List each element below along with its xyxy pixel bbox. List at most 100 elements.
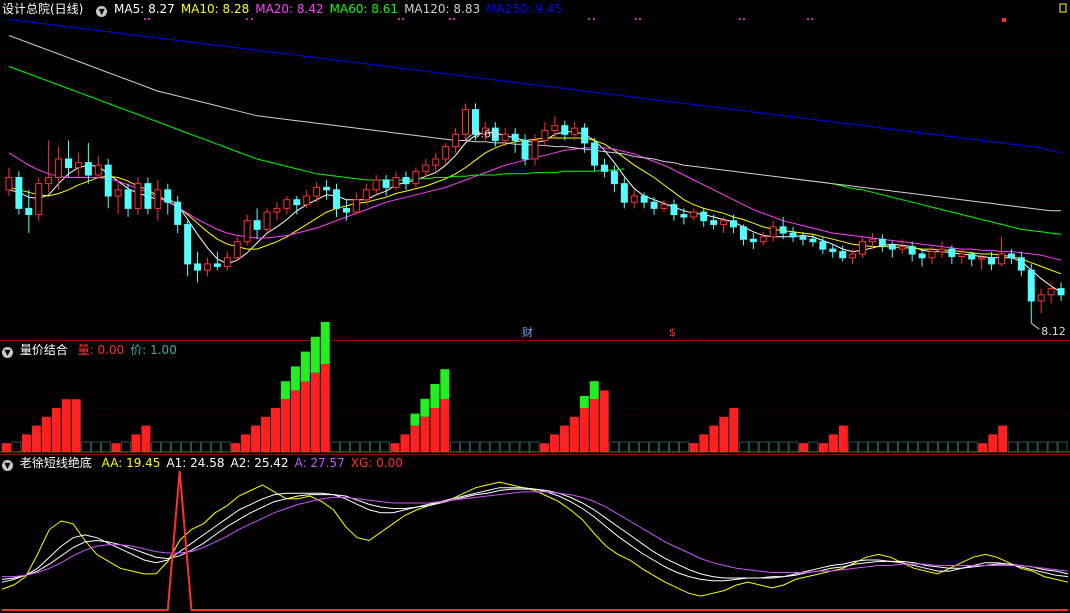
pane-toggle-icon[interactable]: ▼ xyxy=(96,6,108,17)
volume-base-bar xyxy=(938,441,948,453)
volume-red-bar xyxy=(261,416,270,452)
candle-body xyxy=(700,211,708,222)
candle-body xyxy=(789,232,797,238)
event-dot xyxy=(635,18,637,20)
candle-body xyxy=(600,164,608,172)
candle-body xyxy=(640,195,648,203)
volume-red-bar xyxy=(290,390,300,452)
event-dot xyxy=(807,18,809,20)
volume-pane-header: ▼ 量价结合 量: 0.00 价: 1.00 xyxy=(2,342,183,358)
event-dot xyxy=(811,18,813,20)
event-dot xyxy=(593,18,595,20)
candle-body xyxy=(1017,257,1025,271)
candle-body xyxy=(908,246,916,255)
volume-red-bar xyxy=(320,364,330,452)
indicator-value-a2: A2: 25.42 xyxy=(230,456,289,470)
candle-body xyxy=(898,246,906,250)
event-dot xyxy=(743,18,745,20)
candle-body xyxy=(799,236,807,240)
indicator-value-价: 价: 1.00 xyxy=(130,343,177,357)
candle-body xyxy=(630,195,638,203)
volume-red-bar xyxy=(390,443,400,452)
candle-body xyxy=(948,248,956,258)
volume-green-bar xyxy=(280,381,290,400)
volume-red-bar xyxy=(300,381,310,452)
indicator-value-ma5: MA5: 8.27 xyxy=(114,2,175,16)
candle-body xyxy=(273,207,281,213)
volume-base-bar xyxy=(609,441,619,453)
event-dot xyxy=(251,18,253,20)
pane-toggle-icon[interactable]: ▼ xyxy=(2,460,13,471)
volume-base-bar xyxy=(669,441,679,453)
event-dot xyxy=(1002,18,1006,22)
volume-red-bar xyxy=(231,443,241,452)
indicator-value-a: A: 27.57 xyxy=(294,456,345,470)
candle-body xyxy=(928,251,936,259)
candle-body xyxy=(878,238,886,246)
candle-body xyxy=(124,189,132,209)
volume-red-bar xyxy=(599,390,609,452)
candle-body xyxy=(978,257,986,260)
candle-body xyxy=(739,226,747,240)
indicator-value-xg: XG: 0.00 xyxy=(350,456,403,470)
volume-red-bar xyxy=(818,443,828,452)
finance-event-marker: 财 xyxy=(522,325,533,339)
oscillator-pane-header: ▼ 老徐短线绝底 AA: 19.45 A1: 24.58 A2: 25.42 A: 2… xyxy=(2,455,409,471)
dividend-event-marker: $ xyxy=(669,326,676,339)
volume-red-bar xyxy=(549,434,559,452)
volume-red-bar xyxy=(141,425,151,452)
candle-body xyxy=(918,253,926,259)
low-price-label: 8.12 xyxy=(1041,325,1066,338)
volume-red-bar xyxy=(569,416,579,452)
candle-body xyxy=(452,133,460,148)
candle-body xyxy=(94,164,102,176)
oscillator-line-aa xyxy=(1,481,1069,597)
candle-body xyxy=(769,226,777,238)
candle-body xyxy=(144,183,152,209)
candle-body xyxy=(809,238,817,243)
candle-body xyxy=(859,241,867,255)
candle-body xyxy=(1037,294,1045,302)
candle-body xyxy=(561,125,569,135)
candle-body xyxy=(253,220,261,230)
volume-red-bar xyxy=(420,416,430,452)
candle-body xyxy=(55,158,63,179)
volume-green-bar xyxy=(440,369,450,400)
oscillator-indicator-title: 老徐短线绝底 xyxy=(19,456,92,470)
candle-body xyxy=(888,244,896,250)
volume-base-bar xyxy=(1037,441,1048,453)
candle-body xyxy=(710,220,718,225)
pane-toggle-icon[interactable]: ▼ xyxy=(2,347,13,358)
candle-body xyxy=(720,220,728,225)
volume-base-bar xyxy=(450,441,460,453)
candle-body xyxy=(313,186,321,197)
candle-body xyxy=(184,223,192,265)
candle-body xyxy=(998,253,1005,265)
volume-red-bar xyxy=(410,425,420,452)
price-pane-header: 设计总院(日线) ▼ MA5: 8.27 MA10: 8.28 MA20: 8.42… xyxy=(2,1,568,17)
low-marker-line xyxy=(1030,322,1040,330)
ma-line-ma250 xyxy=(8,19,1062,154)
volume-green-bar xyxy=(320,322,330,364)
kline-chart[interactable]: 9.60 8.12 财 $ xyxy=(0,0,1070,613)
candle-body xyxy=(571,127,579,135)
candle-body xyxy=(1007,253,1015,259)
candle-body xyxy=(581,127,589,144)
candle-body xyxy=(114,189,122,197)
indicator-value-aa: AA: 19.45 xyxy=(101,456,161,470)
candle-body xyxy=(25,207,33,216)
candle-body xyxy=(968,253,976,260)
volume-red-bar xyxy=(61,399,71,452)
candle-body xyxy=(730,220,737,228)
candle-body xyxy=(462,109,470,135)
volume-red-bar xyxy=(579,408,589,452)
volume-base-bar xyxy=(1017,441,1028,453)
candle-body xyxy=(333,189,340,209)
volume-base-bar xyxy=(161,441,171,453)
volume-base-bar xyxy=(101,441,111,453)
volume-red-bar xyxy=(998,425,1008,452)
candle-body xyxy=(591,142,599,166)
volume-base-bar xyxy=(1057,441,1068,453)
candle-body xyxy=(65,158,72,169)
candle-body xyxy=(868,238,876,243)
